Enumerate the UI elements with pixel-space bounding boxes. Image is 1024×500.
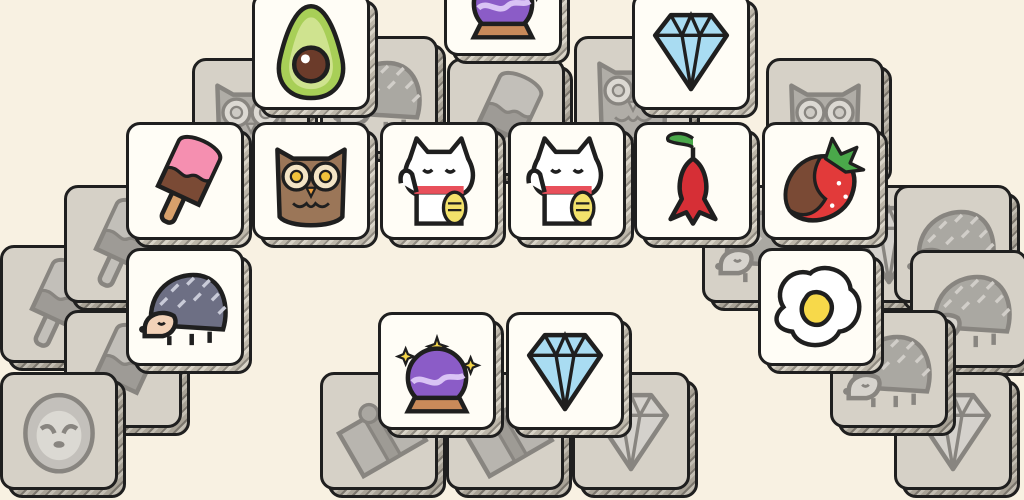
avocado-icon	[255, 0, 367, 107]
tile-face	[506, 312, 624, 430]
mahjong-tile[interactable]	[758, 248, 884, 374]
tile-face	[444, 0, 562, 56]
owl-icon	[255, 125, 367, 237]
crystal-ball-icon	[381, 315, 493, 427]
mahjong-tile[interactable]	[252, 0, 378, 118]
mahjong-tile[interactable]	[632, 0, 758, 118]
mahjong-tile[interactable]	[508, 122, 634, 248]
mahjong-tile-board	[0, 0, 1024, 500]
sloth-icon	[3, 375, 115, 487]
crystal-ball-icon	[447, 0, 559, 53]
mahjong-tile[interactable]	[634, 122, 760, 248]
tile-face	[508, 122, 626, 240]
lucky-cat-icon	[383, 125, 495, 237]
tile-face	[632, 0, 750, 110]
mahjong-tile	[0, 372, 126, 498]
tile-face	[758, 248, 876, 366]
tile-face	[126, 122, 244, 240]
diamond-icon	[509, 315, 621, 427]
mahjong-tile[interactable]	[506, 312, 632, 438]
ice-cream-bar-icon	[129, 125, 241, 237]
mahjong-tile[interactable]	[126, 248, 252, 374]
fried-egg-icon	[761, 251, 873, 363]
tile-face	[380, 122, 498, 240]
lucky-cat-icon	[511, 125, 623, 237]
mahjong-tile[interactable]	[444, 0, 570, 64]
mahjong-tile[interactable]	[126, 122, 252, 248]
tile-face	[252, 0, 370, 110]
tile-face	[762, 122, 880, 240]
chocolate-strawberry-icon	[765, 125, 877, 237]
mahjong-tile[interactable]	[252, 122, 378, 248]
hedgehog-icon	[129, 251, 241, 363]
mahjong-tile[interactable]	[380, 122, 506, 248]
tile-face	[126, 248, 244, 366]
tile-face	[378, 312, 496, 430]
tile-face	[634, 122, 752, 240]
diamond-icon	[635, 0, 747, 107]
red-flower-icon	[637, 125, 749, 237]
mahjong-tile[interactable]	[762, 122, 888, 248]
tile-face	[252, 122, 370, 240]
tile-face	[0, 372, 118, 490]
mahjong-tile[interactable]	[378, 312, 504, 438]
